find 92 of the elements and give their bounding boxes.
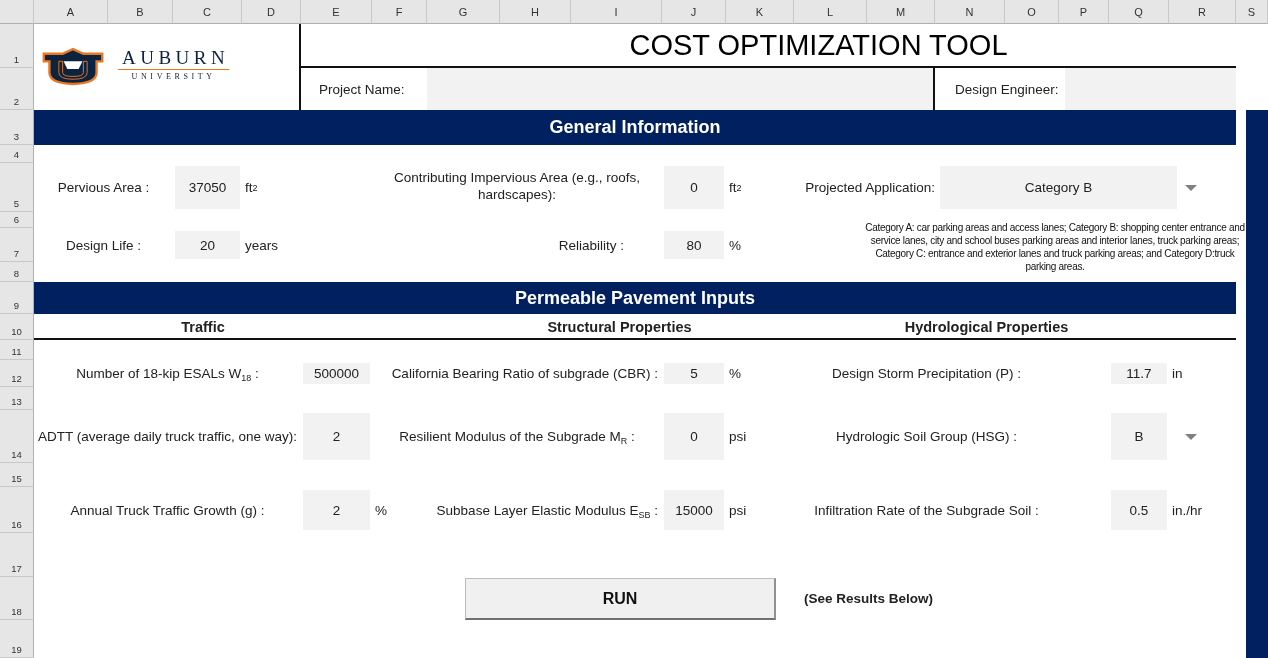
input-cell[interactable]: 2 (303, 490, 370, 530)
run-note: (See Results Below) (803, 590, 935, 608)
field-label: Contributing Impervious Area (e.g., roofs, hardscapes): (392, 169, 642, 204)
column-header[interactable]: A (34, 0, 108, 24)
input-cell[interactable]: 5 (664, 363, 724, 384)
input-cell[interactable]: 80 (664, 231, 724, 259)
unit-label: psi (728, 428, 748, 446)
unit-label: % (728, 236, 742, 255)
input-cell[interactable]: 0 (664, 166, 724, 209)
row-header[interactable]: 8 (0, 262, 34, 282)
row-header[interactable]: 6 (0, 212, 34, 228)
logo-icon (40, 48, 106, 86)
column-header[interactable]: G (427, 0, 500, 24)
input-cell[interactable]: 20 (175, 231, 240, 259)
row-header[interactable]: 15 (0, 463, 34, 487)
field-label: Reliability : (557, 236, 625, 255)
column-header[interactable]: F (372, 0, 427, 24)
input-cell[interactable]: 15000 (664, 490, 724, 530)
row-header[interactable]: 9 (0, 282, 34, 314)
field-label: Design Storm Precipitation (P) : (831, 365, 1022, 382)
unit-label: % (728, 365, 742, 383)
column-header[interactable]: S (1236, 0, 1268, 24)
project-name-field[interactable] (427, 68, 935, 110)
dropdown-arrow-icon[interactable] (1185, 184, 1197, 191)
row-header[interactable]: 12 (0, 360, 34, 387)
dropdown-arrow-icon[interactable] (1185, 433, 1197, 440)
section-banner: General Information (34, 110, 1236, 145)
column-header[interactable]: H (500, 0, 571, 24)
column-header[interactable]: P (1059, 0, 1109, 24)
row-header[interactable]: 5 (0, 163, 34, 212)
unit-label: psi (728, 501, 748, 520)
input-cell[interactable]: 2 (303, 413, 370, 460)
row-header[interactable]: 11 (0, 340, 34, 360)
column-header[interactable]: J (662, 0, 726, 24)
column-header[interactable]: D (242, 0, 301, 24)
field-label: Hydrologic Soil Group (HSG) : (836, 428, 1017, 445)
row-header[interactable]: 7 (0, 228, 34, 262)
unit-label: in./hr (1171, 501, 1203, 520)
column-header[interactable]: O (1005, 0, 1059, 24)
row-header[interactable]: 18 (0, 577, 34, 620)
column-header[interactable]: B (108, 0, 173, 24)
group-heading: Hydrological Properties (903, 318, 1070, 337)
logo-subtitle: UNIVERSITY (131, 72, 216, 81)
row-header[interactable]: 10 (0, 314, 34, 340)
unit-label: % (374, 501, 388, 520)
dropdown-cell[interactable]: B (1111, 413, 1167, 460)
field-label: Number of 18-kip ESALs W$_{18}$ : (76, 365, 259, 382)
row-header[interactable]: 3 (0, 110, 34, 145)
select-all-corner[interactable] (0, 0, 34, 24)
input-cell[interactable]: 37050 (175, 166, 240, 209)
field-label: Projected Application: (804, 179, 935, 197)
column-header[interactable]: E (301, 0, 372, 24)
group-heading: Traffic (180, 318, 226, 337)
group-heading: Structural Properties (546, 318, 693, 337)
category-note: Category A: car parking areas and access lanes; Category B: shopping center entrance and service lanes, city and school buses parking areas and interior lanes, truck parking areas; Category C: entrance and exterior lanes and truck parking areas; and Category D:truck parking areas. (864, 221, 1246, 273)
row-header[interactable]: 4 (0, 145, 34, 163)
row-header[interactable]: 16 (0, 487, 34, 533)
field-label: Annual Truck Traffic Growth (g) : (70, 501, 265, 519)
row-header[interactable]: 17 (0, 533, 34, 577)
row-header[interactable]: 14 (0, 410, 34, 463)
field-label: Pervious Area : (56, 179, 151, 197)
input-cell[interactable]: 500000 (303, 363, 370, 384)
column-header[interactable]: L (794, 0, 867, 24)
input-cell[interactable]: 0 (664, 413, 724, 460)
column-header[interactable]: I (571, 0, 662, 24)
field-label: Resilient Modulus of the Subgrade M$_{R}$ : (399, 428, 635, 445)
field-label: Subbase Layer Elastic Modulus E$_{SB}$ : (436, 501, 658, 519)
column-header[interactable]: Q (1109, 0, 1169, 24)
column-header[interactable]: M (867, 0, 935, 24)
logo-wordmark: AUBURN (118, 48, 230, 70)
input-cell[interactable]: 11.7 (1111, 363, 1167, 384)
unit-label: in (1171, 365, 1184, 383)
column-header[interactable]: C (173, 0, 242, 24)
design-engineer-label: Design Engineer: (954, 80, 1059, 99)
row-header[interactable]: 1 (0, 24, 34, 68)
row-header[interactable]: 13 (0, 387, 34, 410)
project-name-label: Project Name: (318, 80, 406, 99)
dropdown-cell[interactable]: Category B (940, 166, 1177, 209)
field-label: ADTT (average daily truck traffic, one way): (37, 428, 298, 445)
design-engineer-field[interactable] (1065, 68, 1236, 110)
section-banner: Permeable Pavement Inputs (34, 282, 1236, 314)
row-header[interactable]: 2 (0, 68, 34, 110)
row-header[interactable]: 19 (0, 620, 34, 658)
column-header[interactable]: K (726, 0, 794, 24)
field-label: California Bearing Ratio of subgrade (CBR) : (391, 365, 658, 382)
run-button[interactable]: RUN (465, 578, 776, 620)
unit-label: years (244, 236, 279, 255)
field-label: Infiltration Rate of the Subgrade Soil : (814, 501, 1039, 519)
field-label: Design Life : (64, 236, 142, 255)
input-cell[interactable]: 0.5 (1111, 490, 1167, 530)
column-header[interactable]: N (935, 0, 1005, 24)
column-header[interactable]: R (1169, 0, 1236, 24)
